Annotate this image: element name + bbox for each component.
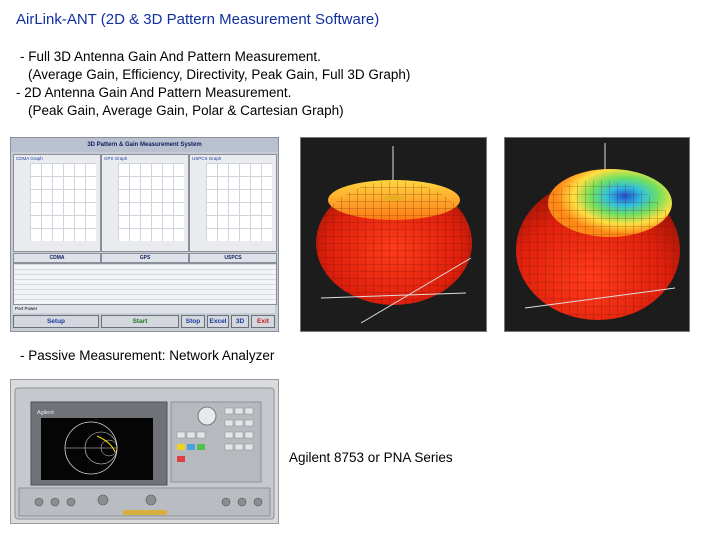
band-cdma: CDMA <box>13 253 101 263</box>
pattern-3d-graphic <box>516 143 680 320</box>
exit-button: Exit <box>251 315 275 328</box>
gps-graph: GPS Graph <box>101 154 189 252</box>
port-power-control: Port Power <box>13 305 275 313</box>
start-button: Start <box>101 315 179 328</box>
3d-pattern-plot-2 <box>504 137 690 332</box>
graph-title: CDMA Graph <box>16 156 43 161</box>
results-table <box>13 263 277 305</box>
band-uspcs: USPCS <box>189 253 277 263</box>
graph-title: USPCS Graph <box>192 156 222 161</box>
band-gps: GPS <box>101 253 189 263</box>
bullet-2d: - 2D Antenna Gain And Pattern Measuremen… <box>16 85 292 100</box>
3d-button: 3D <box>231 315 249 328</box>
bullet-3d: - Full 3D Antenna Gain And Pattern Measu… <box>20 49 321 64</box>
passive-measurement-label: - Passive Measurement: Network Analyzer <box>20 348 275 363</box>
page-title: AirLink-ANT (2D & 3D Pattern Measurement… <box>16 11 380 28</box>
uspcs-graph: USPCS Graph <box>189 154 277 252</box>
setup-button: Setup <box>13 315 99 328</box>
stop-button: Stop <box>181 315 205 328</box>
network-analyzer-graphic: Agilent <box>14 387 275 520</box>
bullet-3d-details: (Average Gain, Efficiency, Directivity, … <box>28 67 411 82</box>
software-header: 3D Pattern & Gain Measurement System <box>11 138 278 152</box>
graph-title: GPS Graph <box>104 156 128 161</box>
excel-button: Excel <box>207 315 229 328</box>
cdma-graph: CDMA Graph <box>13 154 101 252</box>
graph-grid <box>206 163 272 241</box>
software-screenshot: 3D Pattern & Gain Measurement System CDM… <box>10 137 279 332</box>
3d-pattern-plot-1 <box>300 137 487 332</box>
analyzer-brand: Agilent <box>37 410 54 416</box>
graph-grid <box>118 163 184 241</box>
network-analyzer-photo: Agilent <box>10 379 279 524</box>
bullet-2d-details: (Peak Gain, Average Gain, Polar & Cartes… <box>28 103 344 118</box>
pattern-3d-graphic <box>316 146 472 324</box>
graph-grid <box>30 163 96 241</box>
analyzer-caption: Agilent 8753 or PNA Series <box>289 450 453 465</box>
